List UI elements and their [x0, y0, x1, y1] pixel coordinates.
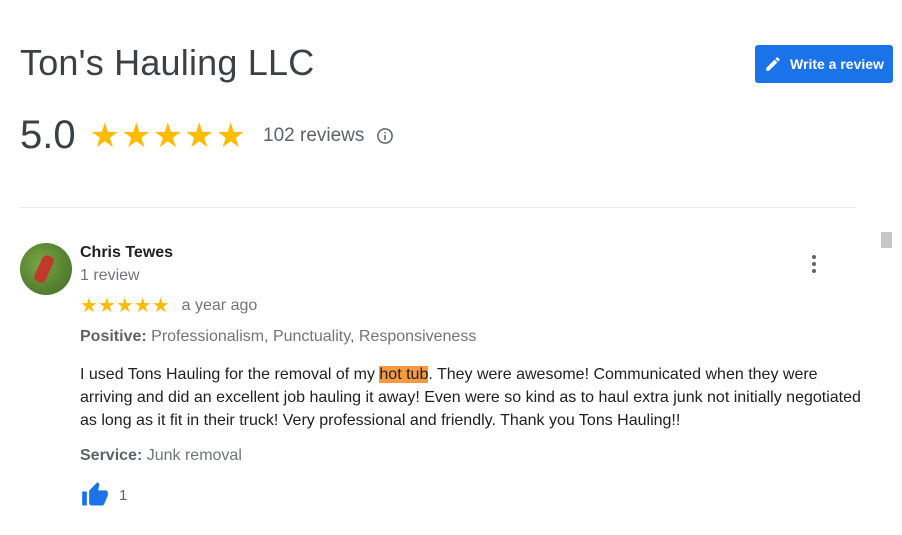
write-review-button[interactable]: Write a review [755, 45, 893, 83]
service-line: Service: Junk removal [80, 447, 242, 465]
positive-label: Positive: [80, 328, 147, 345]
avatar[interactable] [20, 243, 72, 295]
write-review-label: Write a review [790, 56, 884, 72]
like-row: 1 [80, 481, 127, 509]
review-text-highlight: hot tub [379, 366, 429, 383]
review-text: I used Tons Hauling for the removal of m… [80, 363, 870, 432]
reviewer-name[interactable]: Chris Tewes [80, 244, 173, 262]
review-count[interactable]: 102 reviews [263, 125, 364, 147]
like-count: 1 [119, 486, 128, 504]
scrollbar-thumb[interactable] [881, 232, 892, 248]
review-meta: ★★★★★ a year ago [80, 296, 257, 316]
pencil-icon [766, 57, 780, 71]
info-icon[interactable] [376, 127, 394, 145]
avatar-figure [32, 253, 56, 285]
rating-stars: ★★★★★ [89, 116, 248, 155]
positive-attributes: Positive: Professionalism, Punctuality, … [80, 328, 476, 346]
review-stars: ★★★★★ [80, 295, 170, 317]
reviewer-review-count: 1 review [80, 267, 140, 284]
rating-value: 5.0 [20, 113, 76, 157]
header: Ton's Hauling LLC Write a review [20, 42, 893, 84]
review-text-before: I used Tons Hauling for the removal of m… [80, 366, 380, 383]
review-time: a year ago [181, 297, 258, 314]
divider [20, 207, 856, 208]
rating-summary: 5.0 ★★★★★ 102 reviews [20, 113, 394, 158]
more-vert-icon[interactable] [806, 255, 822, 275]
thumbs-up-icon[interactable] [80, 481, 110, 509]
positive-text: Professionalism, Punctuality, Responsive… [151, 328, 477, 345]
service-text: Junk removal [146, 447, 242, 464]
service-label: Service: [80, 447, 143, 464]
